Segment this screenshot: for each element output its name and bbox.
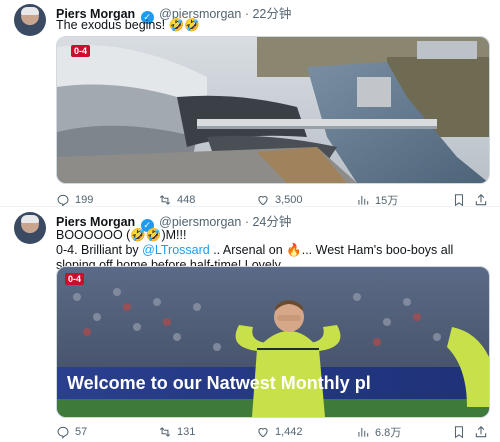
author-handle[interactable]: @piersmorgan [159, 215, 241, 229]
tweet-image[interactable]: 0-4 Welcome to our Natwest Monthly pl [56, 266, 490, 418]
like-button[interactable]: 1,442 [256, 422, 303, 442]
tweet-1[interactable]: Piers Morgan ✓ @piersmorgan · 22分钟 The e… [0, 0, 500, 212]
author-avatar[interactable] [14, 212, 46, 244]
heart-icon [258, 428, 268, 438]
repost-count: 448 [177, 194, 196, 206]
views-chart-icon [358, 427, 369, 437]
views-chart-icon [358, 195, 369, 205]
like-count: 3,500 [275, 194, 303, 206]
stadium-banner-text: Welcome to our Natwest Monthly pl [67, 373, 371, 393]
share-button[interactable] [474, 422, 488, 442]
bookmark-button[interactable] [452, 422, 466, 442]
reply-count: 57 [75, 426, 88, 438]
player-celebration-image [57, 267, 489, 417]
tweet-text: The exodus begins! 🤣🤣 [56, 18, 200, 32]
mention-link[interactable]: @LTrossard [142, 243, 210, 257]
reply-icon [57, 194, 69, 207]
repost-button[interactable]: 131 [158, 422, 195, 442]
reply-button[interactable]: 57 [56, 422, 87, 442]
reply-icon [57, 426, 69, 439]
tweet-2[interactable]: Piers Morgan ✓ @piersmorgan · 24分钟 BOOOO… [0, 206, 500, 440]
heart-icon [258, 196, 268, 206]
scoreboard: 0-4 [71, 45, 91, 57]
share-icon [475, 194, 487, 206]
repost-icon [159, 195, 171, 205]
stadium-crowd-image [57, 37, 489, 183]
author-name[interactable]: Piers Morgan [56, 215, 135, 229]
bookmark-icon [454, 194, 464, 207]
views-button[interactable]: 6.8万 [356, 422, 401, 442]
action-bar: 57 131 1,442 6.8万 [56, 422, 488, 442]
reply-count: 199 [75, 194, 94, 206]
tweet-timestamp[interactable]: · 24分钟 [245, 215, 292, 229]
scoreboard: 0-4 [65, 273, 85, 285]
share-icon [475, 426, 487, 438]
author-avatar[interactable] [14, 4, 46, 36]
repost-count: 131 [177, 426, 196, 438]
tweet-image[interactable]: 0-4 [56, 36, 490, 184]
repost-icon [159, 427, 171, 437]
views-count: 6.8万 [375, 427, 402, 439]
like-count: 1,442 [275, 426, 303, 438]
bookmark-icon [454, 426, 464, 439]
